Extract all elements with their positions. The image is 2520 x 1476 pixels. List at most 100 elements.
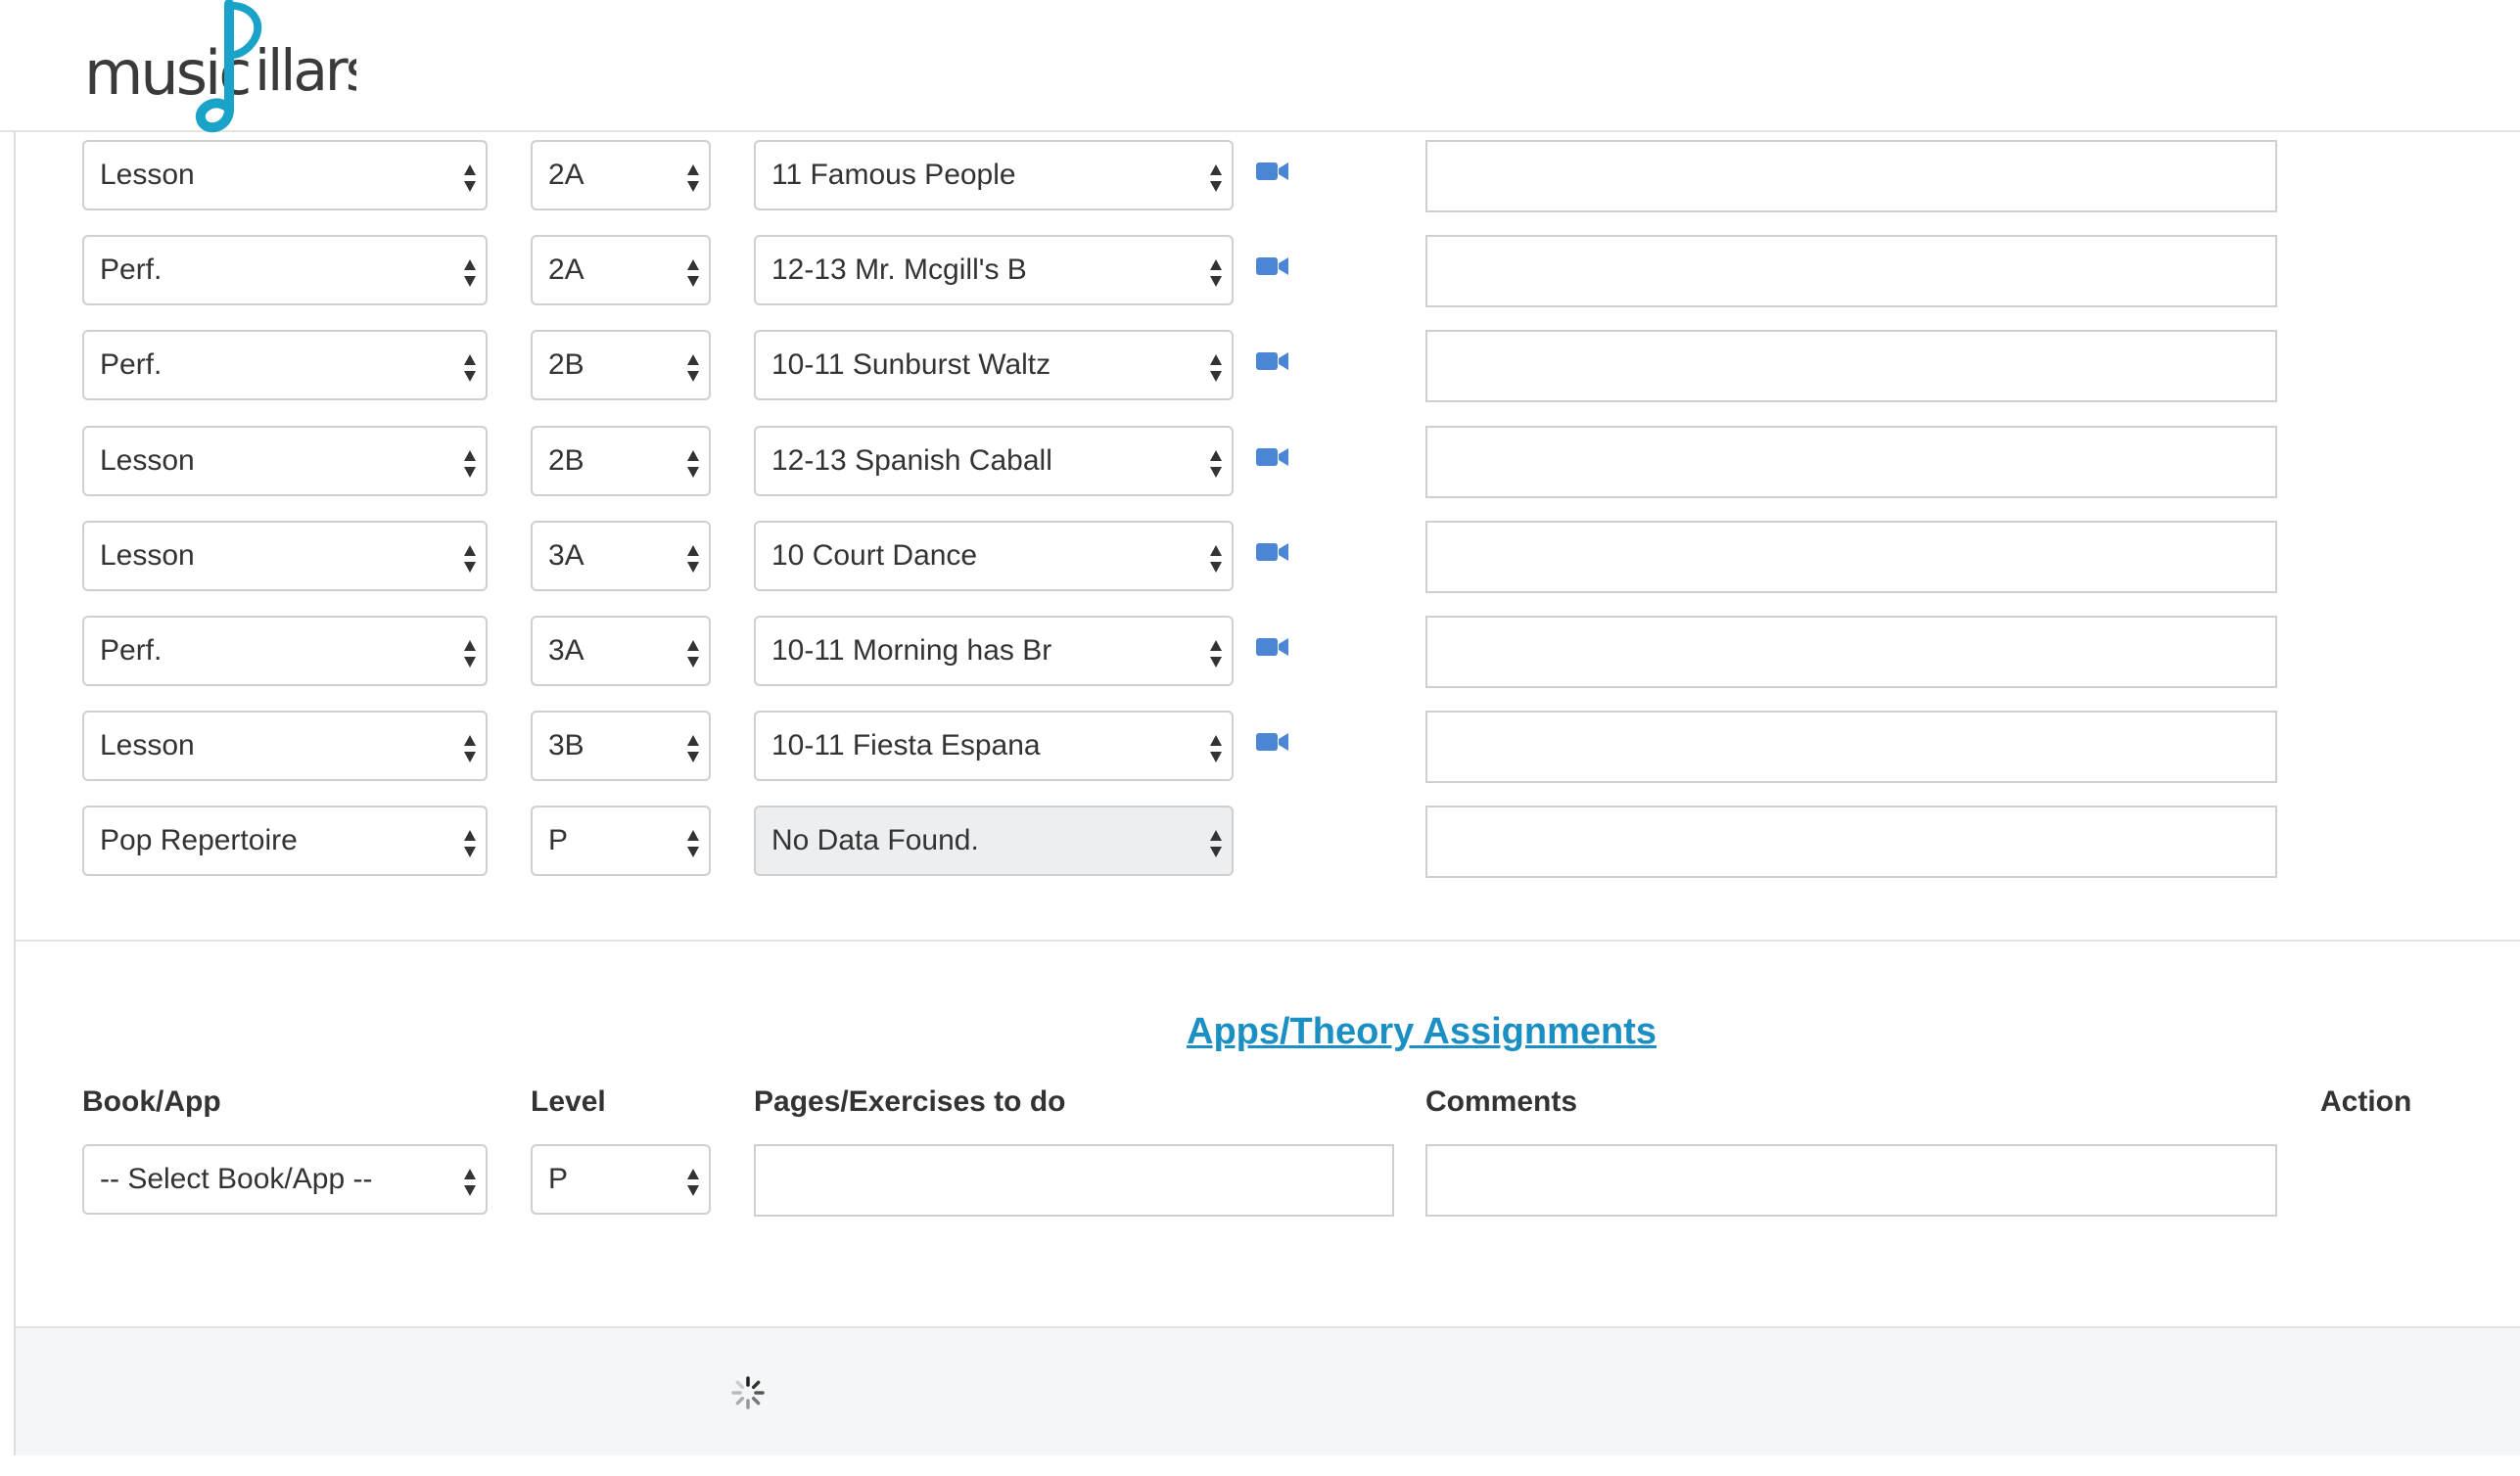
lesson-comment-input[interactable] [1425, 711, 2277, 783]
lesson-type-select[interactable]: Lesson [82, 711, 488, 781]
sort-arrows-icon [1210, 830, 1222, 857]
lesson-row: Lesson 2B 12-13 Spanish Caball [16, 426, 2520, 500]
lesson-type-select[interactable]: Lesson [82, 521, 488, 591]
lesson-level-value: 2A [548, 159, 584, 191]
lesson-level-select[interactable]: 3A [531, 616, 711, 686]
book-app-select-value: -- Select Book/App -- [100, 1163, 373, 1195]
lesson-level-value: 3A [548, 634, 584, 667]
lesson-type-select[interactable]: Lesson [82, 426, 488, 496]
piece-select[interactable]: 10-11 Sunburst Waltz [754, 330, 1234, 400]
piece-value: 12-13 Mr. Mcgill's B [771, 254, 1027, 286]
header-pages: Pages/Exercises to do [754, 1085, 1066, 1118]
header-action: Action [2320, 1085, 2412, 1118]
video-camera-icon[interactable] [1255, 158, 1290, 185]
piece-select[interactable]: No Data Found. [754, 806, 1234, 876]
lesson-row: Perf. 2A 12-13 Mr. Mcgill's B [16, 235, 2520, 309]
sort-arrows-icon [687, 1169, 699, 1196]
piece-select[interactable]: 12-13 Mr. Mcgill's B [754, 235, 1234, 305]
sort-arrows-icon [687, 735, 699, 762]
book-app-select[interactable]: -- Select Book/App -- [82, 1144, 488, 1215]
lesson-comment-input[interactable] [1425, 235, 2277, 307]
sort-arrows-icon [464, 1169, 476, 1196]
sort-arrows-icon [687, 164, 699, 192]
piece-select[interactable]: 12-13 Spanish Caball [754, 426, 1234, 496]
assignments-title-link[interactable]: Apps/Theory Assignments [1187, 1011, 1657, 1053]
music-pillars-logo[interactable]: music illars [82, 0, 356, 133]
sort-arrows-icon [687, 354, 699, 382]
lesson-level-select[interactable]: 2B [531, 330, 711, 400]
lesson-comment-input[interactable] [1425, 140, 2277, 212]
pages-exercises-input[interactable] [754, 1144, 1394, 1217]
sort-arrows-icon [464, 164, 476, 192]
piece-value: 11 Famous People [771, 159, 1016, 191]
video-camera-icon[interactable] [1255, 347, 1290, 375]
piece-value: 12-13 Spanish Caball [771, 444, 1052, 477]
lesson-type-select[interactable]: Pop Repertoire [82, 806, 488, 876]
lesson-level-select[interactable]: 2A [531, 235, 711, 305]
sort-arrows-icon [687, 640, 699, 668]
lesson-row: Perf. 3A 10-11 Morning has Br [16, 616, 2520, 690]
sort-arrows-icon [464, 640, 476, 668]
lesson-type-value: Lesson [100, 159, 195, 191]
lesson-level-value: 2A [548, 254, 584, 286]
sort-arrows-icon [1210, 164, 1222, 192]
assignment-level-value: P [548, 1163, 569, 1195]
video-camera-icon[interactable] [1255, 443, 1290, 471]
lesson-type-value: Pop Repertoire [100, 824, 298, 856]
lesson-level-value: 3B [548, 729, 584, 761]
video-camera-icon[interactable] [1255, 728, 1290, 756]
piece-value: 10-11 Morning has Br [771, 634, 1052, 667]
header-level: Level [531, 1085, 606, 1118]
sort-arrows-icon [464, 354, 476, 382]
video-camera-icon[interactable] [1255, 538, 1290, 566]
sort-arrows-icon [464, 830, 476, 857]
sort-arrows-icon [1210, 450, 1222, 478]
sort-arrows-icon [687, 259, 699, 287]
sort-arrows-icon [687, 450, 699, 478]
video-camera-icon[interactable] [1255, 633, 1290, 661]
piece-select[interactable]: 10-11 Morning has Br [754, 616, 1234, 686]
lesson-level-select[interactable]: 3B [531, 711, 711, 781]
lesson-level-value: 2B [548, 348, 584, 381]
lesson-type-value: Perf. [100, 348, 163, 381]
lesson-level-select[interactable]: 3A [531, 521, 711, 591]
lesson-level-value: 2B [548, 444, 584, 477]
piece-value: 10-11 Fiesta Espana [771, 729, 1041, 761]
svg-text:illars: illars [255, 37, 356, 104]
piece-value: 10 Court Dance [771, 539, 978, 572]
piece-value: 10-11 Sunburst Waltz [771, 348, 1051, 381]
video-camera-icon[interactable] [1255, 253, 1290, 280]
piece-select[interactable]: 11 Famous People [754, 140, 1234, 210]
lesson-type-value: Lesson [100, 539, 195, 572]
app-header: music illars [0, 0, 2520, 133]
lesson-level-select[interactable]: 2A [531, 140, 711, 210]
lesson-type-select[interactable]: Perf. [82, 235, 488, 305]
lesson-level-value: P [548, 824, 569, 856]
lesson-row: Pop Repertoire P No Data Found. [16, 806, 2520, 880]
lesson-comment-input[interactable] [1425, 330, 2277, 402]
lesson-comment-input[interactable] [1425, 426, 2277, 498]
lesson-type-value: Lesson [100, 729, 195, 761]
lesson-row: Perf. 2B 10-11 Sunburst Waltz [16, 330, 2520, 404]
piece-value: No Data Found. [771, 824, 979, 856]
sort-arrows-icon [1210, 545, 1222, 573]
lesson-level-select[interactable]: 2B [531, 426, 711, 496]
lesson-type-select[interactable]: Perf. [82, 616, 488, 686]
lesson-type-select[interactable]: Perf. [82, 330, 488, 400]
lesson-comment-input[interactable] [1425, 616, 2277, 688]
lesson-type-value: Perf. [100, 254, 163, 286]
sort-arrows-icon [1210, 735, 1222, 762]
sort-arrows-icon [464, 545, 476, 573]
lesson-comment-input[interactable] [1425, 806, 2277, 878]
footer-bar [16, 1326, 2520, 1455]
lesson-level-select[interactable]: P [531, 806, 711, 876]
section-divider [16, 940, 2520, 942]
lesson-comment-input[interactable] [1425, 521, 2277, 593]
assignment-comments-input[interactable] [1425, 1144, 2277, 1217]
assignment-row: -- Select Book/App -- P [16, 1144, 2520, 1219]
piece-select[interactable]: 10 Court Dance [754, 521, 1234, 591]
piece-select[interactable]: 10-11 Fiesta Espana [754, 711, 1234, 781]
assignment-level-select[interactable]: P [531, 1144, 711, 1215]
lesson-type-select[interactable]: Lesson [82, 140, 488, 210]
header-comments: Comments [1425, 1085, 1578, 1118]
